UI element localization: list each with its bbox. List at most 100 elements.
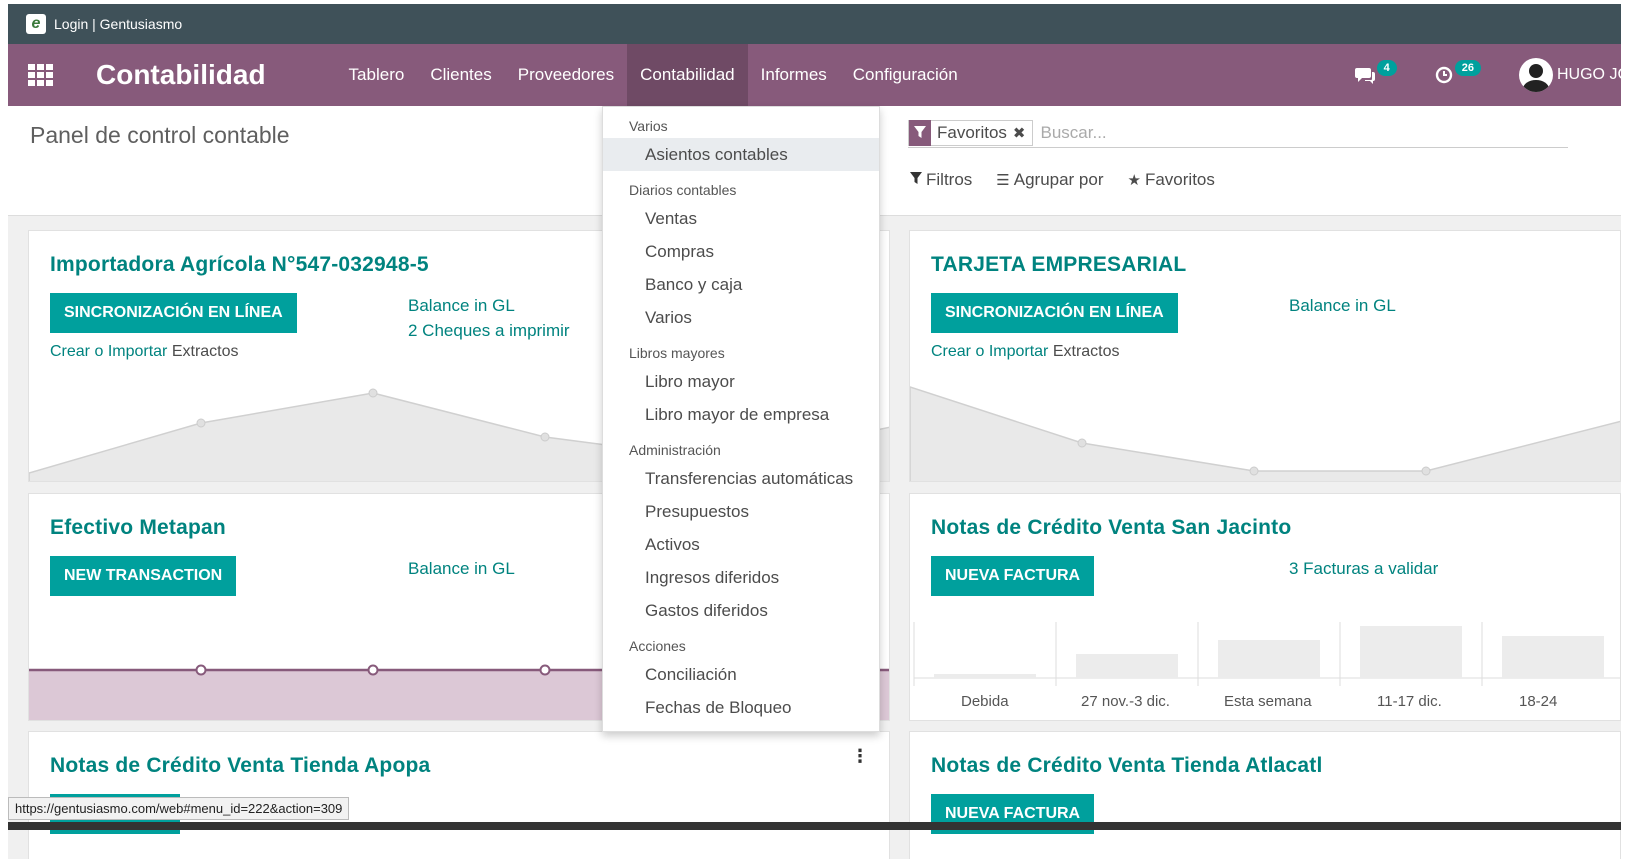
or-text: o: [90, 343, 108, 360]
journal-title[interactable]: Importadora Agrícola N°547-032948-5: [50, 253, 429, 277]
contabilidad-dropdown-menu: Varios Asientos contables Diarios contab…: [602, 106, 880, 732]
journal-card-apopa: Notas de Crédito Venta Tienda Apopa ⋮: [28, 731, 890, 859]
balance-gl-link[interactable]: Balance in GL: [1289, 293, 1396, 318]
favorites-label: Favoritos: [1144, 170, 1215, 189]
top-navbar: Contabilidad Tablero Clientes Proveedore…: [8, 44, 1621, 106]
facet-label: Favoritos: [937, 122, 1007, 142]
menu-item-banco-caja[interactable]: Banco y caja: [603, 268, 879, 301]
filters-label: Filtros: [926, 170, 973, 189]
facet-close-icon[interactable]: ✖: [1013, 124, 1026, 142]
page-title: Panel de control contable: [30, 122, 290, 148]
menu-item-gastos-diferidos[interactable]: Gastos diferidos: [603, 594, 879, 627]
star-icon: ★: [1127, 172, 1141, 189]
menu-section-header: Administración: [629, 442, 721, 458]
journal-title[interactable]: Efectivo Metapan: [50, 516, 226, 540]
menu-section-header: Varios: [629, 118, 668, 134]
bar-label: Esta semana: [1224, 693, 1312, 710]
create-link[interactable]: Crear: [50, 343, 90, 360]
menu-item-compras[interactable]: Compras: [603, 235, 879, 268]
browser-icon: e: [26, 14, 46, 34]
menu-item-activos[interactable]: Activos: [603, 528, 879, 561]
menu-contabilidad[interactable]: Contabilidad: [627, 44, 748, 106]
journal-side-links: Balance in GL: [1289, 293, 1396, 318]
invoice-bar-graph: [913, 622, 1620, 686]
new-transaction-button[interactable]: NEW TRANSACTION: [50, 556, 237, 596]
balance-gl-link[interactable]: Balance in GL: [408, 556, 515, 581]
bar-label: Debida: [961, 693, 1009, 710]
journal-side-links: Balance in GL 2 Cheques a imprimir: [408, 293, 570, 343]
browser-title-bar: e Login | Gentusiasmo: [8, 4, 1621, 44]
messages-count-badge: 4: [1376, 60, 1397, 76]
statements-text: Extractos: [1048, 343, 1120, 360]
apps-grid-icon[interactable]: [28, 64, 56, 86]
journal-card-tarjeta: TARJETA EMPRESARIAL SINCRONIZACIÓN EN LÍ…: [909, 230, 1621, 482]
menu-clientes[interactable]: Clientes: [417, 44, 504, 106]
menu-item-transferencias[interactable]: Transferencias automáticas: [603, 462, 879, 495]
create-link[interactable]: Crear: [931, 343, 971, 360]
group-by-label: Agrupar por: [1013, 170, 1104, 189]
or-text: o: [971, 343, 989, 360]
import-link[interactable]: Importar: [989, 343, 1049, 360]
search-input[interactable]: [1040, 122, 1441, 143]
menu-tablero[interactable]: Tablero: [336, 44, 418, 106]
menu-item-varios[interactable]: Varios: [603, 301, 879, 334]
menu-item-ventas[interactable]: Ventas: [603, 202, 879, 235]
new-invoice-button[interactable]: NUEVA FACTURA: [931, 556, 1095, 596]
balance-area-graph: [910, 386, 1620, 481]
chat-icon: [1354, 68, 1375, 84]
journal-side-links: Balance in GL: [408, 556, 515, 581]
search-bar: Favoritos ✖: [908, 118, 1568, 148]
activities-count-badge: 26: [1454, 60, 1481, 76]
messages-button[interactable]: 4: [1354, 60, 1397, 84]
menu-section-header: Libros mayores: [629, 345, 725, 361]
journal-card-san-jacinto: Notas de Crédito Venta San Jacinto NUEVA…: [909, 493, 1621, 721]
journal-card-atlacatl: Notas de Crédito Venta Tienda Atlacatl N…: [909, 731, 1621, 859]
menu-section-header: Diarios contables: [629, 182, 737, 198]
status-bar-url: https://gentusiasmo.com/web#menu_id=222&…: [8, 797, 350, 820]
menu-item-conciliacion[interactable]: Conciliación: [603, 658, 879, 691]
journal-title[interactable]: Notas de Crédito Venta San Jacinto: [931, 516, 1291, 540]
window-title: Login | Gentusiasmo: [54, 16, 183, 32]
list-icon: ☰: [996, 172, 1010, 189]
filter-icon: [909, 119, 931, 146]
app-brand[interactable]: Contabilidad: [96, 59, 266, 91]
search-facet-favoritos[interactable]: Favoritos ✖: [908, 119, 1033, 146]
bar-label: 18-24: [1519, 693, 1558, 710]
sync-online-button[interactable]: SINCRONIZACIÓN EN LÍNEA: [50, 293, 297, 333]
menu-proveedores[interactable]: Proveedores: [505, 44, 627, 106]
menu-informes[interactable]: Informes: [748, 44, 840, 106]
import-link[interactable]: Importar: [108, 343, 168, 360]
filter-icon: [910, 171, 922, 189]
user-menu[interactable]: HUGO JC: [1519, 58, 1621, 92]
menu-item-presupuestos[interactable]: Presupuestos: [603, 495, 879, 528]
menu-configuracion[interactable]: Configuración: [840, 44, 971, 106]
invoices-to-validate-link[interactable]: 3 Facturas a validar: [1289, 556, 1438, 581]
menu-item-asientos-contables[interactable]: Asientos contables: [603, 138, 879, 171]
activities-button[interactable]: 26: [1435, 60, 1481, 84]
create-import-line: Crear o Importar Extractos: [50, 343, 239, 361]
balance-gl-link[interactable]: Balance in GL: [408, 293, 570, 318]
more-options-icon[interactable]: ⋮: [851, 746, 869, 767]
sync-online-button[interactable]: SINCRONIZACIÓN EN LÍNEA: [931, 293, 1178, 333]
user-avatar: [1519, 58, 1553, 92]
journal-side-links: 3 Facturas a validar: [1289, 556, 1438, 581]
statements-text: Extractos: [167, 343, 239, 360]
user-name: HUGO JC: [1557, 66, 1621, 83]
journal-title[interactable]: TARJETA EMPRESARIAL: [931, 253, 1186, 277]
filters-button[interactable]: Filtros: [910, 170, 972, 190]
create-import-line: Crear o Importar Extractos: [931, 343, 1120, 361]
clock-icon: [1435, 66, 1452, 84]
menu-item-fechas-bloqueo[interactable]: Fechas de Bloqueo: [603, 691, 879, 724]
menu-item-libro-mayor[interactable]: Libro mayor: [603, 365, 879, 398]
search-options: Filtros ☰ Agrupar por ★ Favoritos: [910, 170, 1239, 190]
journal-title[interactable]: Notas de Crédito Venta Tienda Atlacatl: [931, 754, 1323, 778]
journal-title[interactable]: Notas de Crédito Venta Tienda Apopa: [50, 754, 430, 778]
group-by-button[interactable]: ☰ Agrupar por: [996, 170, 1103, 190]
checks-to-print-link[interactable]: 2 Cheques a imprimir: [408, 318, 570, 343]
bottom-bar: [8, 822, 1621, 830]
favorites-button[interactable]: ★ Favoritos: [1128, 170, 1215, 190]
menu-section-header: Acciones: [629, 638, 686, 654]
menu-item-ingresos-diferidos[interactable]: Ingresos diferidos: [603, 561, 879, 594]
bar-label: 27 nov.-3 dic.: [1081, 693, 1170, 710]
menu-item-libro-mayor-empresa[interactable]: Libro mayor de empresa: [603, 398, 879, 431]
